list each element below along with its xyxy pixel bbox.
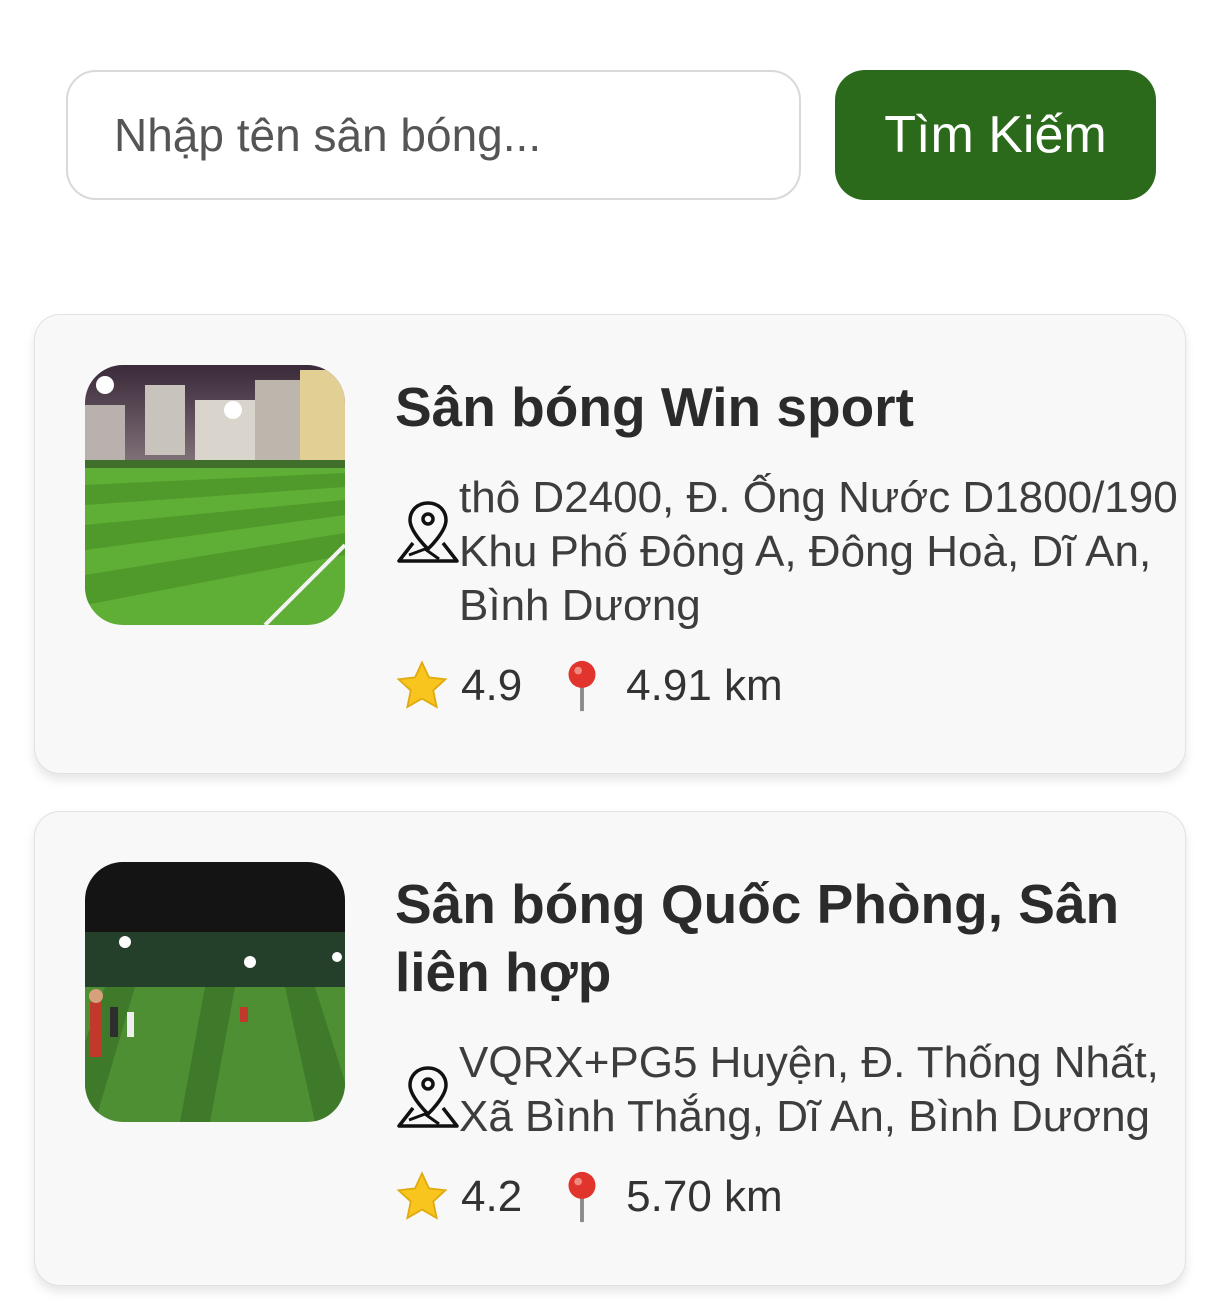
field-address: thô D2400, Đ. Ống Nước D1800/190 Khu Phố… <box>459 473 1178 630</box>
map-location-icon <box>397 501 459 563</box>
field-card[interactable]: Sân bóng Win sport thô D2400, Đ. Ống Nướ… <box>34 314 1186 774</box>
search-bar: Tìm Kiếm <box>66 70 1156 200</box>
field-stats: 4.9 4.91 km <box>395 659 1185 713</box>
field-rating: 4.2 <box>461 1172 523 1221</box>
field-stats: 4.2 5.70 km <box>395 1170 1185 1224</box>
field-info: Sân bóng Win sport thô D2400, Đ. Ống Nướ… <box>395 373 1185 713</box>
red-pin-icon <box>568 660 596 712</box>
field-distance: 4.91 km <box>626 661 783 710</box>
field-rating: 4.9 <box>461 661 523 710</box>
field-distance: 5.70 km <box>626 1172 783 1221</box>
field-name: Sân bóng Quốc Phòng, Sân liên hợp <box>395 873 1120 1003</box>
star-icon <box>396 1171 448 1220</box>
search-button[interactable]: Tìm Kiếm <box>835 70 1156 200</box>
star-icon <box>396 660 448 709</box>
field-info: Sân bóng Quốc Phòng, Sân liên hợp VQRX+P… <box>395 870 1185 1224</box>
red-pin-icon <box>568 1171 596 1223</box>
field-address: VQRX+PG5 Huyện, Đ. Thống Nhất, Xã Bình T… <box>459 1038 1159 1141</box>
address-row: VQRX+PG5 Huyện, Đ. Thống Nhất, Xã Bình T… <box>395 1036 1185 1144</box>
search-input[interactable] <box>66 70 801 200</box>
field-thumbnail <box>85 862 345 1122</box>
field-name: Sân bóng Win sport <box>395 376 914 438</box>
field-thumbnail <box>85 365 345 625</box>
field-card[interactable]: Sân bóng Quốc Phòng, Sân liên hợp VQRX+P… <box>34 811 1186 1286</box>
map-location-icon <box>397 1066 459 1128</box>
address-row: thô D2400, Đ. Ống Nước D1800/190 Khu Phố… <box>395 471 1185 633</box>
